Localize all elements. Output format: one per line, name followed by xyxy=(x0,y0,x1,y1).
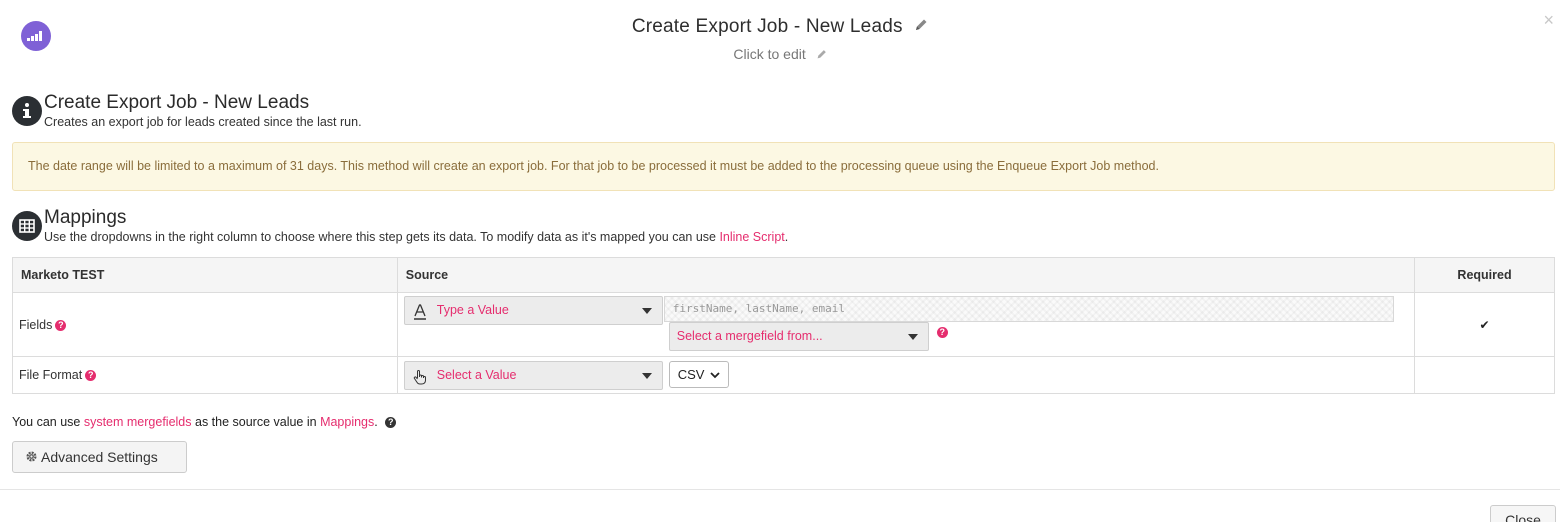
required-cell: ✔ xyxy=(1414,292,1555,357)
mappings-link[interactable]: Mappings xyxy=(320,415,374,429)
footer-divider xyxy=(0,489,1560,490)
mappings-desc-text: Use the dropdowns in the right column to… xyxy=(44,230,720,244)
modal-subtitle[interactable]: Click to edit xyxy=(733,46,805,62)
mergefield-label: Select a mergefield from... xyxy=(676,329,823,343)
file-format-label: File Format xyxy=(19,368,83,382)
hand-pointer-icon xyxy=(413,368,427,395)
help-icon[interactable]: ? xyxy=(385,417,397,429)
mappings-table: Marketo TEST Source Required Fields? Typ… xyxy=(12,257,1555,394)
close-button[interactable]: Close xyxy=(1490,505,1556,522)
field-name-cell: Fields? xyxy=(12,292,398,357)
chevron-down-icon xyxy=(641,373,652,379)
checkmark-icon: ✔ xyxy=(1479,317,1490,332)
info-icon xyxy=(12,96,42,126)
inline-script-link[interactable]: Inline Script xyxy=(719,230,784,244)
mergefield-dropdown[interactable]: Select a mergefield from... xyxy=(668,322,929,351)
help-icon[interactable]: ? xyxy=(936,327,948,338)
column-header-required: Required xyxy=(1414,257,1555,293)
fields-value-input[interactable]: firstName, lastName, email xyxy=(663,296,1394,322)
field-name-cell: File Format? xyxy=(12,356,398,394)
chevron-down-icon xyxy=(710,372,720,379)
mergefields-note: You can use system mergefields as the so… xyxy=(12,415,397,429)
system-mergefields-link[interactable]: system mergefields xyxy=(84,415,192,429)
advanced-settings-label: Advanced Settings xyxy=(41,449,158,465)
table-row: Fields? Type a Value firstName, lastName… xyxy=(12,292,1555,357)
note-text: as the source value in xyxy=(191,415,321,429)
source-type-label: Type a Value xyxy=(436,303,509,317)
pencil-icon[interactable] xyxy=(816,47,827,63)
file-format-value: CSV xyxy=(677,367,705,382)
mappings-title: Mappings xyxy=(44,207,127,228)
intro-title: Create Export Job - New Leads xyxy=(44,92,310,113)
chevron-down-icon xyxy=(907,334,918,340)
modal-title[interactable]: Create Export Job - New Leads xyxy=(632,16,903,37)
date-range-alert: The date range will be limited to a maxi… xyxy=(12,142,1555,191)
help-icon[interactable]: ? xyxy=(55,319,67,331)
required-cell xyxy=(1414,356,1555,394)
source-type-dropdown[interactable]: Select a Value xyxy=(403,361,663,390)
advanced-settings-button[interactable]: Advanced Settings xyxy=(12,441,187,473)
source-type-dropdown[interactable]: Type a Value xyxy=(403,296,663,325)
column-header-marketo: Marketo TEST xyxy=(12,257,398,293)
source-type-label: Select a Value xyxy=(436,368,517,382)
fields-label: Fields xyxy=(19,317,53,332)
table-icon xyxy=(12,211,42,241)
note-text: . xyxy=(374,415,378,429)
note-text: You can use xyxy=(12,415,84,429)
text-type-icon xyxy=(413,303,427,330)
alert-text: The date range will be limited to a maxi… xyxy=(28,159,1159,173)
file-format-select[interactable]: CSV xyxy=(668,361,729,388)
mappings-desc-suffix: . xyxy=(784,230,789,244)
source-cell: Select a Value CSV xyxy=(396,356,1416,394)
table-row: File Format? Select a Value CSV xyxy=(12,356,1555,394)
help-icon[interactable]: ? xyxy=(85,370,97,382)
column-header-source: Source xyxy=(396,257,1416,293)
source-cell: Type a Value firstName, lastName, email … xyxy=(396,292,1416,357)
intro-description: Creates an export job for leads created … xyxy=(44,115,362,129)
mappings-description: Use the dropdowns in the right column to… xyxy=(44,230,788,244)
gear-icon xyxy=(25,443,38,473)
pencil-icon[interactable] xyxy=(914,16,928,38)
modal-header: Create Export Job - New Leads Click to e… xyxy=(0,16,1560,63)
chevron-down-icon xyxy=(641,308,652,314)
